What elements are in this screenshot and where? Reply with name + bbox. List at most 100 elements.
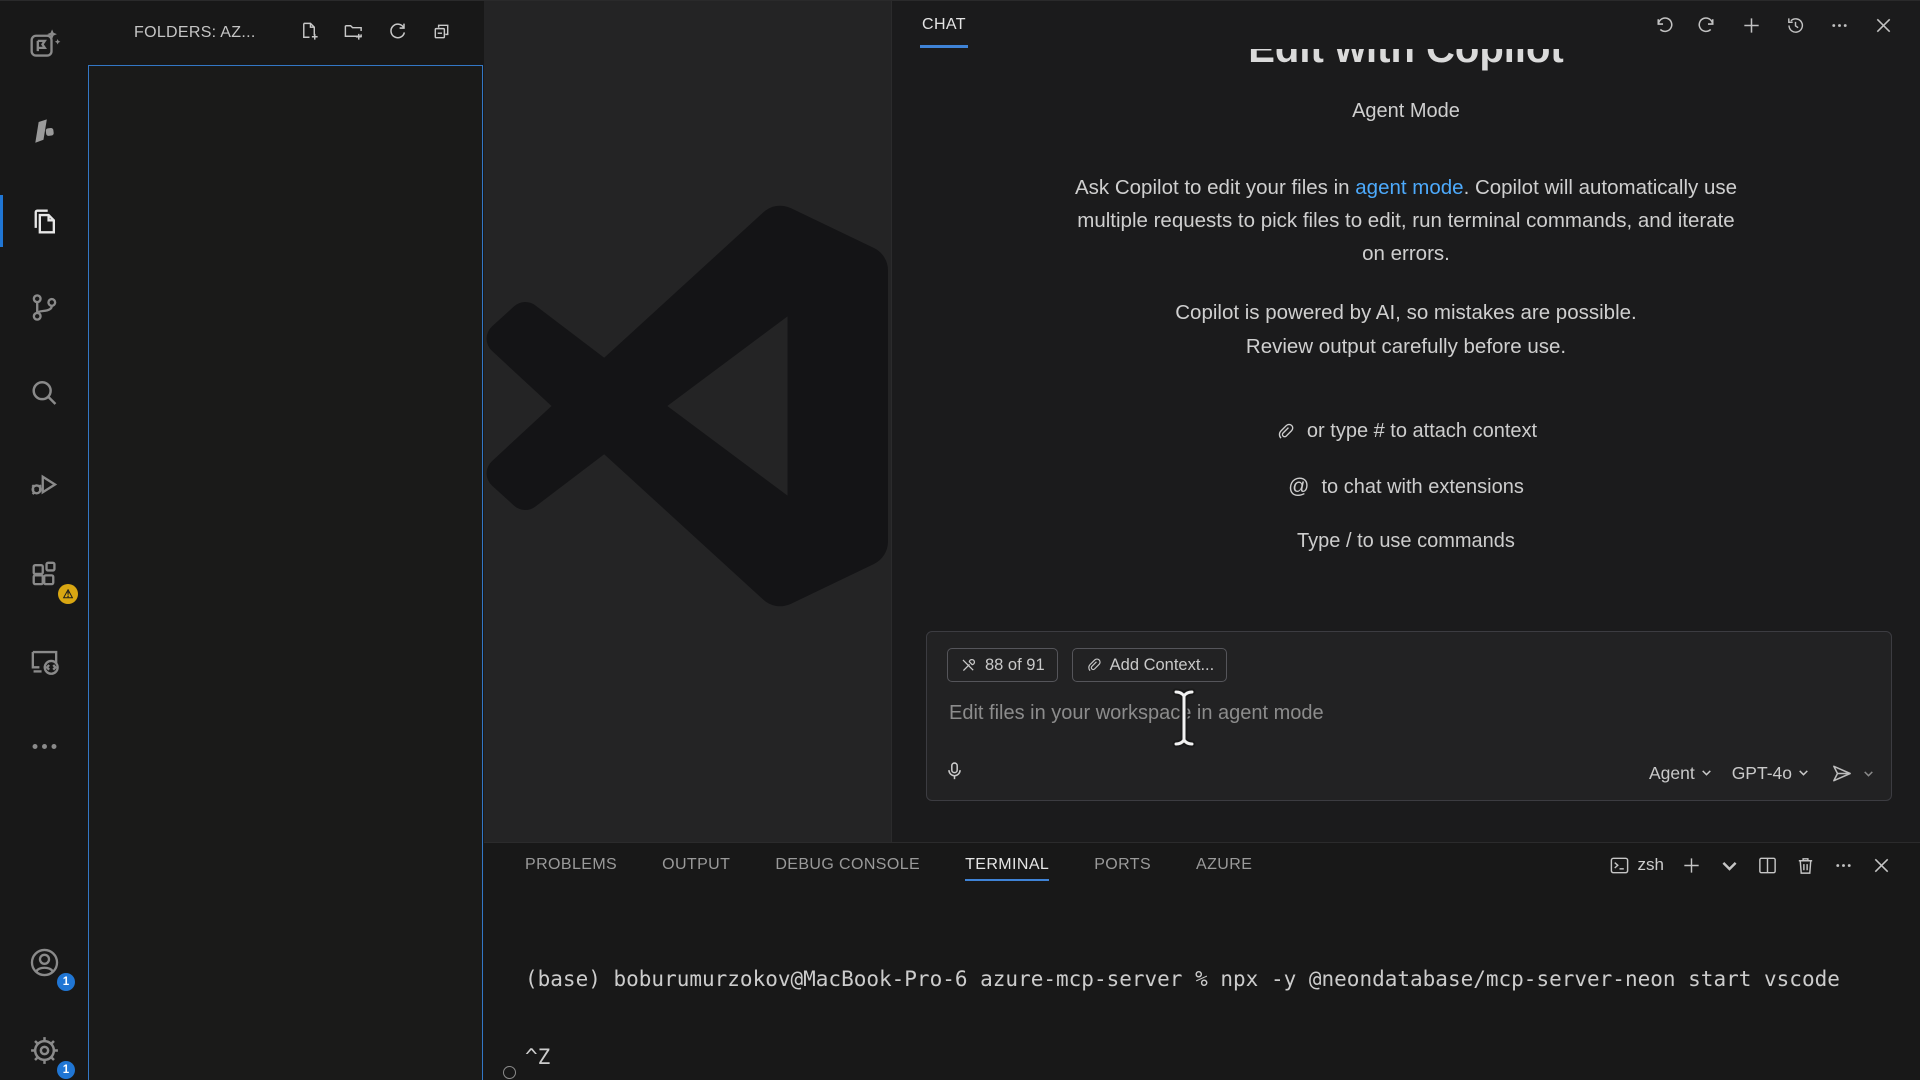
new-folder-icon — [343, 21, 364, 42]
model-label: GPT-4o — [1732, 763, 1792, 784]
editor-area[interactable] — [484, 1, 891, 842]
sidebar-item-run-debug[interactable] — [0, 455, 88, 511]
terminal-shell-item[interactable]: zsh — [1609, 855, 1664, 876]
undo-icon — [1653, 15, 1674, 36]
paperclip-icon — [1275, 422, 1295, 442]
mode-label: Agent — [1649, 763, 1695, 784]
close-chat-button[interactable] — [1873, 15, 1894, 36]
chat-subtitle: Agent Mode — [892, 100, 1920, 123]
hint-commands-text: Type / to use commands — [1297, 530, 1515, 553]
split-terminal-button[interactable] — [1757, 855, 1778, 876]
chat-input-box[interactable]: 88 of 91 Add Context... Edit files in yo… — [926, 631, 1892, 801]
hint-mention-text: to chat with extensions — [1321, 476, 1523, 499]
chat-intro-paragraph: Ask Copilot to edit your files in agent … — [1070, 171, 1742, 270]
extensions-icon — [27, 557, 62, 592]
source-control-icon — [27, 290, 62, 325]
model-selector[interactable]: GPT-4o — [1727, 759, 1815, 788]
close-icon — [1871, 855, 1892, 876]
command-decoration-icon — [503, 1066, 516, 1079]
sidebar-actions — [296, 18, 455, 45]
vscode-window: ⚠ 1 1 — [0, 0, 1920, 1080]
activity-bar: ⚠ 1 1 — [0, 1, 88, 1080]
new-terminal-button[interactable] — [1681, 855, 1702, 876]
intro-text-before: Ask Copilot to edit your files in — [1075, 176, 1355, 199]
mic-button[interactable] — [943, 760, 966, 788]
kill-terminal-button[interactable] — [1795, 855, 1816, 876]
more-actions-button[interactable] — [0, 718, 88, 774]
add-context-button[interactable]: Add Context... — [1072, 648, 1228, 682]
shell-label: zsh — [1638, 855, 1664, 875]
sidebar-item-explorer[interactable] — [0, 193, 88, 249]
explorer-files-icon — [27, 204, 62, 239]
chat-more-button[interactable] — [1829, 15, 1850, 36]
input-controls: Agent GPT-4o — [1644, 759, 1875, 788]
chevron-down-icon — [1700, 763, 1713, 784]
send-icon — [1830, 762, 1853, 785]
remote-explorer-icon — [27, 644, 62, 679]
panel-tabs: PROBLEMS OUTPUT DEBUG CONSOLE TERMINAL P… — [525, 843, 1297, 887]
ai-extension-button[interactable] — [0, 16, 88, 72]
ellipsis-icon — [1833, 855, 1854, 876]
settings-badge: 1 — [57, 1061, 75, 1079]
terminal-output[interactable]: (base) boburumurzokov@MacBook-Pro-6 azur… — [525, 914, 1910, 1080]
mode-selector[interactable]: Agent — [1644, 759, 1718, 788]
tab-azure[interactable]: AZURE — [1196, 843, 1252, 887]
partner-logo-icon — [27, 115, 62, 150]
tools-count-pill[interactable]: 88 of 91 — [947, 648, 1058, 682]
folder-tree[interactable] — [88, 65, 483, 1080]
vscode-logo-watermark — [486, 205, 888, 607]
undo-button[interactable] — [1653, 15, 1674, 36]
more-actions-icon — [27, 729, 62, 764]
refresh-button[interactable] — [384, 18, 411, 45]
tab-chat[interactable]: CHAT — [922, 1, 966, 49]
explorer-sidebar: FOLDERS: AZ... — [88, 1, 484, 1080]
plus-icon — [1741, 15, 1762, 36]
tab-problems[interactable]: PROBLEMS — [525, 843, 617, 887]
input-pills: 88 of 91 Add Context... — [947, 648, 1227, 682]
caution-line-1: Copilot is powered by AI, so mistakes ar… — [1070, 296, 1742, 330]
caution-line-2: Review output carefully before use. — [1070, 330, 1742, 364]
ellipsis-icon — [1829, 15, 1850, 36]
new-file-button[interactable] — [296, 18, 323, 45]
collapse-all-button[interactable] — [428, 18, 455, 45]
agent-mode-link[interactable]: agent mode — [1355, 176, 1463, 199]
paperclip-icon — [1085, 657, 1102, 674]
split-panel-icon — [1757, 855, 1778, 876]
tab-output[interactable]: OUTPUT — [662, 843, 730, 887]
hint-commands: Type / to use commands — [892, 530, 1920, 553]
tab-ports[interactable]: PORTS — [1094, 843, 1151, 887]
sidebar-item-remote-explorer[interactable] — [0, 633, 88, 689]
panel-more-button[interactable] — [1833, 855, 1854, 876]
chat-history-button[interactable] — [1785, 15, 1806, 36]
send-options-button[interactable] — [1862, 767, 1875, 780]
trash-icon — [1795, 855, 1816, 876]
add-context-label: Add Context... — [1110, 656, 1215, 675]
chevron-down-icon — [1719, 855, 1740, 876]
accounts-button[interactable]: 1 — [0, 934, 88, 990]
sidebar-item-source-control[interactable] — [0, 279, 88, 335]
run-debug-icon — [27, 466, 62, 501]
folders-section-title[interactable]: FOLDERS: AZ... — [134, 1, 256, 65]
chat-input-placeholder: Edit files in your workspace in agent mo… — [949, 702, 1324, 725]
new-folder-button[interactable] — [340, 18, 367, 45]
hint-attach-context: or type # to attach context — [892, 420, 1920, 443]
close-icon — [1873, 15, 1894, 36]
redo-button[interactable] — [1697, 15, 1718, 36]
partner-extension-button[interactable] — [0, 104, 88, 160]
tools-icon — [960, 657, 977, 674]
terminal-icon — [1609, 855, 1630, 876]
tab-terminal[interactable]: TERMINAL — [965, 843, 1049, 887]
plus-icon — [1681, 855, 1702, 876]
panel-actions: zsh — [1609, 848, 1892, 882]
terminal-profile-dropdown[interactable] — [1719, 855, 1740, 876]
new-chat-button[interactable] — [1741, 15, 1762, 36]
sidebar-item-extensions[interactable]: ⚠ — [0, 546, 88, 602]
send-button[interactable] — [1830, 762, 1853, 785]
settings-button[interactable]: 1 — [0, 1022, 88, 1078]
tab-debug-console[interactable]: DEBUG CONSOLE — [775, 843, 920, 887]
sidebar-item-search[interactable] — [0, 366, 88, 422]
chat-caution-paragraph: Copilot is powered by AI, so mistakes ar… — [1070, 296, 1742, 364]
close-panel-button[interactable] — [1871, 855, 1892, 876]
redo-icon — [1697, 15, 1718, 36]
sidebar-header: FOLDERS: AZ... — [88, 1, 484, 65]
